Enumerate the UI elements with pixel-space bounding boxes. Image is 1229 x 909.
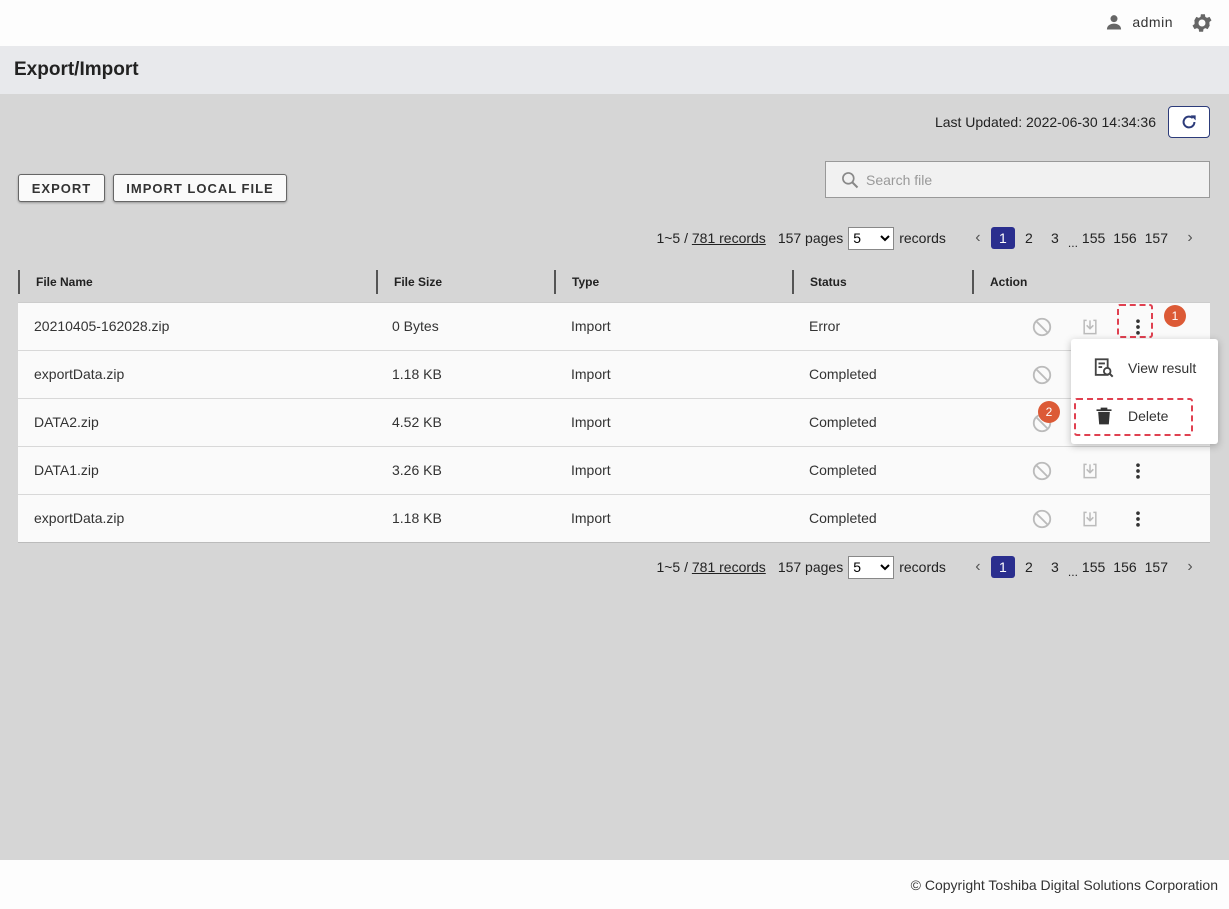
column-header-action: Action xyxy=(972,270,1027,294)
cell-file-size: 3.26 KB xyxy=(392,462,442,478)
cell-file-size: 1.18 KB xyxy=(392,510,442,526)
cancel-icon[interactable] xyxy=(1030,363,1054,387)
page-size-select[interactable]: 5 xyxy=(848,226,895,250)
table-body: 20210405-162028.zip 0 Bytes Import Error exp… xyxy=(18,302,1210,543)
column-header-status[interactable]: Status xyxy=(792,270,847,294)
page-button-156[interactable]: 156 xyxy=(1110,556,1139,578)
table-row: exportData.zip 1.18 KB Import Completed xyxy=(18,350,1210,398)
view-result-icon xyxy=(1093,357,1115,379)
table-header: File Name File Size Type Status Action xyxy=(18,262,1210,302)
cell-type: Import xyxy=(571,414,611,430)
user-name: admin xyxy=(1132,14,1173,30)
table-row: DATA2.zip 4.52 KB Import Completed xyxy=(18,398,1210,446)
import-local-file-button[interactable]: IMPORT LOCAL FILE xyxy=(113,174,287,202)
page-button-1[interactable]: 1 xyxy=(990,556,1015,578)
more-vert-icon[interactable] xyxy=(1126,507,1150,531)
search-box xyxy=(825,161,1210,198)
last-updated-text: Last Updated: 2022-06-30 14:34:36 xyxy=(934,114,1156,130)
cancel-icon[interactable] xyxy=(1030,315,1054,339)
page-ellipsis: ... xyxy=(1067,236,1078,250)
page-button-157[interactable]: 157 xyxy=(1142,227,1171,249)
column-header-file-name[interactable]: File Name xyxy=(18,270,93,294)
cell-status: Completed xyxy=(809,510,877,526)
chevron-right-icon[interactable]: › xyxy=(1178,229,1202,247)
cell-file-name: 20210405-162028.zip xyxy=(34,318,170,334)
page-button-155[interactable]: 155 xyxy=(1079,227,1108,249)
cell-file-size: 0 Bytes xyxy=(392,318,439,334)
copyright-text: © Copyright Toshiba Digital Solutions Co… xyxy=(910,877,1218,893)
table-row: DATA1.zip 3.26 KB Import Completed xyxy=(18,446,1210,494)
column-header-file-size[interactable]: File Size xyxy=(376,270,442,294)
pagination-top: 1~5 / 781 records 157 pages 5 records ‹ … xyxy=(656,226,1202,250)
page-size-select[interactable]: 5 xyxy=(848,555,895,579)
refresh-button[interactable] xyxy=(1168,106,1210,138)
cell-status: Completed xyxy=(809,414,877,430)
export-button[interactable]: EXPORT xyxy=(18,174,105,202)
file-table: File Name File Size Type Status Action 2… xyxy=(18,262,1210,543)
chevron-left-icon[interactable]: ‹ xyxy=(966,558,990,576)
cell-status: Completed xyxy=(809,366,877,382)
page-count: 157 pages xyxy=(777,559,844,575)
cell-file-size: 1.18 KB xyxy=(392,366,442,382)
cell-type: Import xyxy=(571,510,611,526)
cancel-icon[interactable] xyxy=(1030,459,1054,483)
user-menu[interactable]: admin xyxy=(1104,12,1173,32)
cell-file-name: exportData.zip xyxy=(34,366,125,382)
records-suffix: records xyxy=(899,559,946,575)
cell-file-name: exportData.zip xyxy=(34,510,125,526)
table-row: exportData.zip 1.18 KB Import Completed xyxy=(18,494,1210,542)
step-badge-2: 2 xyxy=(1038,401,1060,423)
page-count: 157 pages xyxy=(777,230,844,246)
page-button-3[interactable]: 3 xyxy=(1043,556,1067,578)
search-input[interactable] xyxy=(866,171,1186,188)
download-icon[interactable] xyxy=(1078,459,1102,483)
title-bar: Export/Import xyxy=(0,46,1229,94)
record-range: 1~5 / xyxy=(656,230,688,246)
chevron-left-icon[interactable]: ‹ xyxy=(966,229,990,247)
page-ellipsis: ... xyxy=(1067,565,1078,579)
more-vert-icon[interactable] xyxy=(1126,459,1150,483)
cancel-icon[interactable] xyxy=(1030,507,1054,531)
step-badge-1: 1 xyxy=(1164,305,1186,327)
search-icon xyxy=(842,171,859,188)
pagination-bottom: 1~5 / 781 records 157 pages 5 records ‹ … xyxy=(656,555,1202,579)
page-button-157[interactable]: 157 xyxy=(1142,556,1171,578)
cell-status: Completed xyxy=(809,462,877,478)
records-suffix: records xyxy=(899,230,946,246)
cell-type: Import xyxy=(571,366,611,382)
page-button-2[interactable]: 2 xyxy=(1017,227,1041,249)
cell-file-name: DATA2.zip xyxy=(34,414,99,430)
page-button-3[interactable]: 3 xyxy=(1043,227,1067,249)
highlight-delete-item xyxy=(1074,398,1193,436)
table-row: 20210405-162028.zip 0 Bytes Import Error xyxy=(18,302,1210,350)
gear-icon[interactable] xyxy=(1190,11,1214,35)
records-link[interactable]: 781 records xyxy=(692,559,766,575)
page-button-156[interactable]: 156 xyxy=(1110,227,1139,249)
cell-file-name: DATA1.zip xyxy=(34,462,99,478)
page-button-1[interactable]: 1 xyxy=(990,227,1015,249)
menu-item-label: View result xyxy=(1128,360,1197,376)
records-link[interactable]: 781 records xyxy=(692,230,766,246)
page-title: Export/Import xyxy=(14,59,139,80)
cell-file-size: 4.52 KB xyxy=(392,414,442,430)
column-header-type[interactable]: Type xyxy=(554,270,599,294)
refresh-icon xyxy=(1182,115,1196,129)
footer: © Copyright Toshiba Digital Solutions Co… xyxy=(0,860,1229,909)
cell-type: Import xyxy=(571,318,611,334)
chevron-right-icon[interactable]: › xyxy=(1178,558,1202,576)
cell-type: Import xyxy=(571,462,611,478)
record-range: 1~5 / xyxy=(656,559,688,575)
highlight-more-button xyxy=(1117,304,1153,338)
page-button-155[interactable]: 155 xyxy=(1079,556,1108,578)
download-icon[interactable] xyxy=(1078,315,1102,339)
person-icon xyxy=(1107,15,1122,30)
cell-status: Error xyxy=(809,318,841,334)
download-icon[interactable] xyxy=(1078,507,1102,531)
page-button-2[interactable]: 2 xyxy=(1017,556,1041,578)
menu-item-view-result[interactable]: View result xyxy=(1071,344,1218,392)
top-bar: admin xyxy=(0,0,1229,46)
